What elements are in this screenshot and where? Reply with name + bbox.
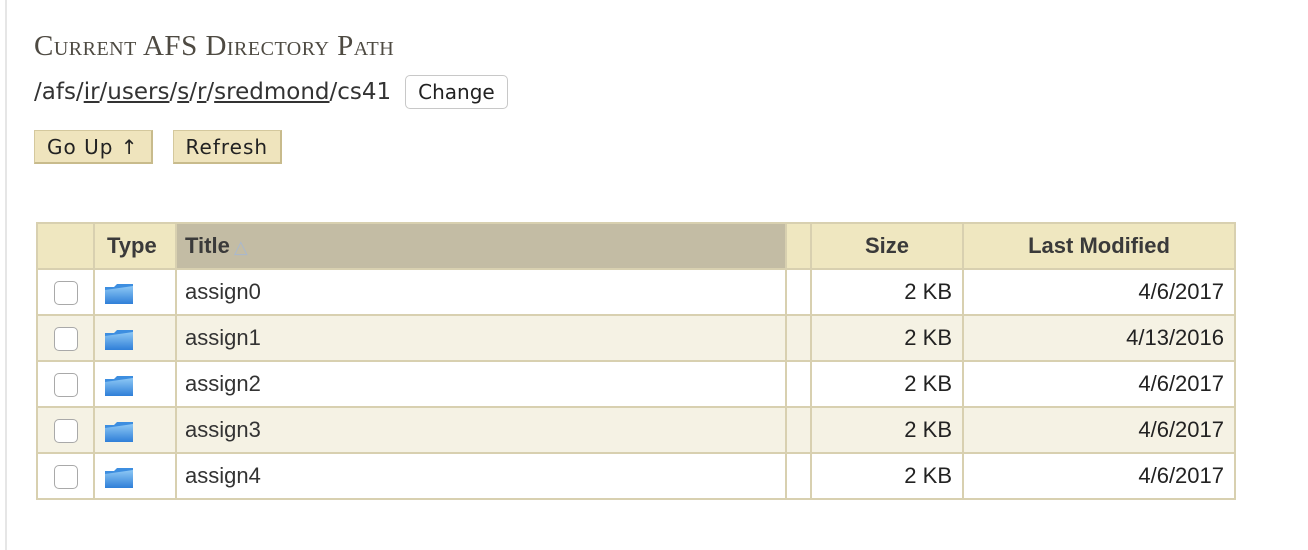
file-size: 2 KB — [810, 406, 964, 454]
select-cell — [36, 314, 95, 362]
spacer-cell — [785, 452, 812, 500]
row-checkbox[interactable] — [53, 327, 78, 352]
file-title-link[interactable]: assign4 — [175, 452, 787, 500]
folder-icon — [105, 329, 133, 350]
path-link-s[interactable]: s — [177, 79, 189, 105]
file-title-link[interactable]: assign2 — [175, 360, 787, 408]
path-current: cs41 — [337, 79, 392, 105]
header-last-modified[interactable]: Last Modified — [962, 222, 1236, 270]
select-cell — [36, 268, 95, 316]
header-select — [36, 222, 95, 270]
type-cell — [93, 452, 177, 500]
refresh-button[interactable]: Refresh — [172, 130, 283, 164]
path-link-ir[interactable]: ir — [84, 79, 100, 105]
header-size-label: Size — [864, 233, 910, 258]
path-separator: / — [206, 79, 215, 105]
file-size: 2 KB — [810, 360, 964, 408]
path-separator: / — [189, 79, 197, 105]
folder-icon — [105, 283, 133, 304]
row-checkbox[interactable] — [53, 465, 78, 490]
type-cell — [93, 360, 177, 408]
file-title-link[interactable]: assign3 — [175, 406, 787, 454]
directory-path: /afs/ ir / users / s / r / sredmond / cs… — [34, 74, 508, 110]
path-separator: / — [329, 79, 338, 105]
spacer-cell — [785, 314, 812, 362]
folder-icon — [105, 375, 133, 396]
page-title: Current AFS Directory Path — [34, 30, 395, 62]
folder-icon — [105, 467, 133, 488]
path-separator: / — [169, 79, 178, 105]
header-spacer — [785, 222, 812, 270]
header-title[interactable]: Title △ — [175, 222, 787, 270]
left-divider — [5, 0, 7, 550]
go-up-button[interactable]: Go Up ↑ — [34, 130, 153, 164]
select-cell — [36, 406, 95, 454]
table-row: assign0 2 KB 4/6/2017 — [36, 268, 1236, 316]
type-cell — [93, 406, 177, 454]
sort-ascending-icon: △ — [233, 237, 248, 257]
file-title-link[interactable]: assign0 — [175, 268, 787, 316]
type-cell — [93, 268, 177, 316]
file-size: 2 KB — [810, 268, 964, 316]
table-row: assign4 2 KB 4/6/2017 — [36, 452, 1236, 500]
row-checkbox[interactable] — [53, 419, 78, 444]
path-link-users[interactable]: users — [107, 79, 169, 105]
table-row: assign1 2 KB 4/13/2016 — [36, 314, 1236, 362]
file-last-modified: 4/6/2017 — [962, 360, 1236, 408]
spacer-cell — [785, 268, 812, 316]
table-header-row: Type Title △ Size Last Modified — [36, 222, 1236, 270]
header-type[interactable]: Type — [93, 222, 177, 270]
type-cell — [93, 314, 177, 362]
path-link-r[interactable]: r — [197, 79, 206, 105]
table-row: assign3 2 KB 4/6/2017 — [36, 406, 1236, 454]
file-last-modified: 4/13/2016 — [962, 314, 1236, 362]
row-checkbox[interactable] — [53, 281, 78, 306]
header-last-modified-label: Last Modified — [1028, 233, 1170, 258]
header-type-label: Type — [107, 233, 157, 258]
file-last-modified: 4/6/2017 — [962, 406, 1236, 454]
table-row: assign2 2 KB 4/6/2017 — [36, 360, 1236, 408]
file-last-modified: 4/6/2017 — [962, 268, 1236, 316]
path-prefix: /afs/ — [34, 79, 84, 105]
path-separator: / — [99, 79, 108, 105]
change-path-button[interactable]: Change — [405, 75, 508, 109]
spacer-cell — [785, 406, 812, 454]
folder-icon — [105, 421, 133, 442]
file-last-modified: 4/6/2017 — [962, 452, 1236, 500]
file-size: 2 KB — [810, 452, 964, 500]
spacer-cell — [785, 360, 812, 408]
select-cell — [36, 452, 95, 500]
toolbar: Go Up ↑ Refresh — [34, 130, 283, 164]
file-table: Type Title △ Size Last Modified assign0 2… — [36, 222, 1236, 500]
select-cell — [36, 360, 95, 408]
header-size[interactable]: Size — [810, 222, 964, 270]
row-checkbox[interactable] — [53, 373, 78, 398]
header-title-label: Title — [185, 233, 230, 258]
file-title-link[interactable]: assign1 — [175, 314, 787, 362]
file-size: 2 KB — [810, 314, 964, 362]
path-link-sredmond[interactable]: sredmond — [214, 79, 329, 105]
